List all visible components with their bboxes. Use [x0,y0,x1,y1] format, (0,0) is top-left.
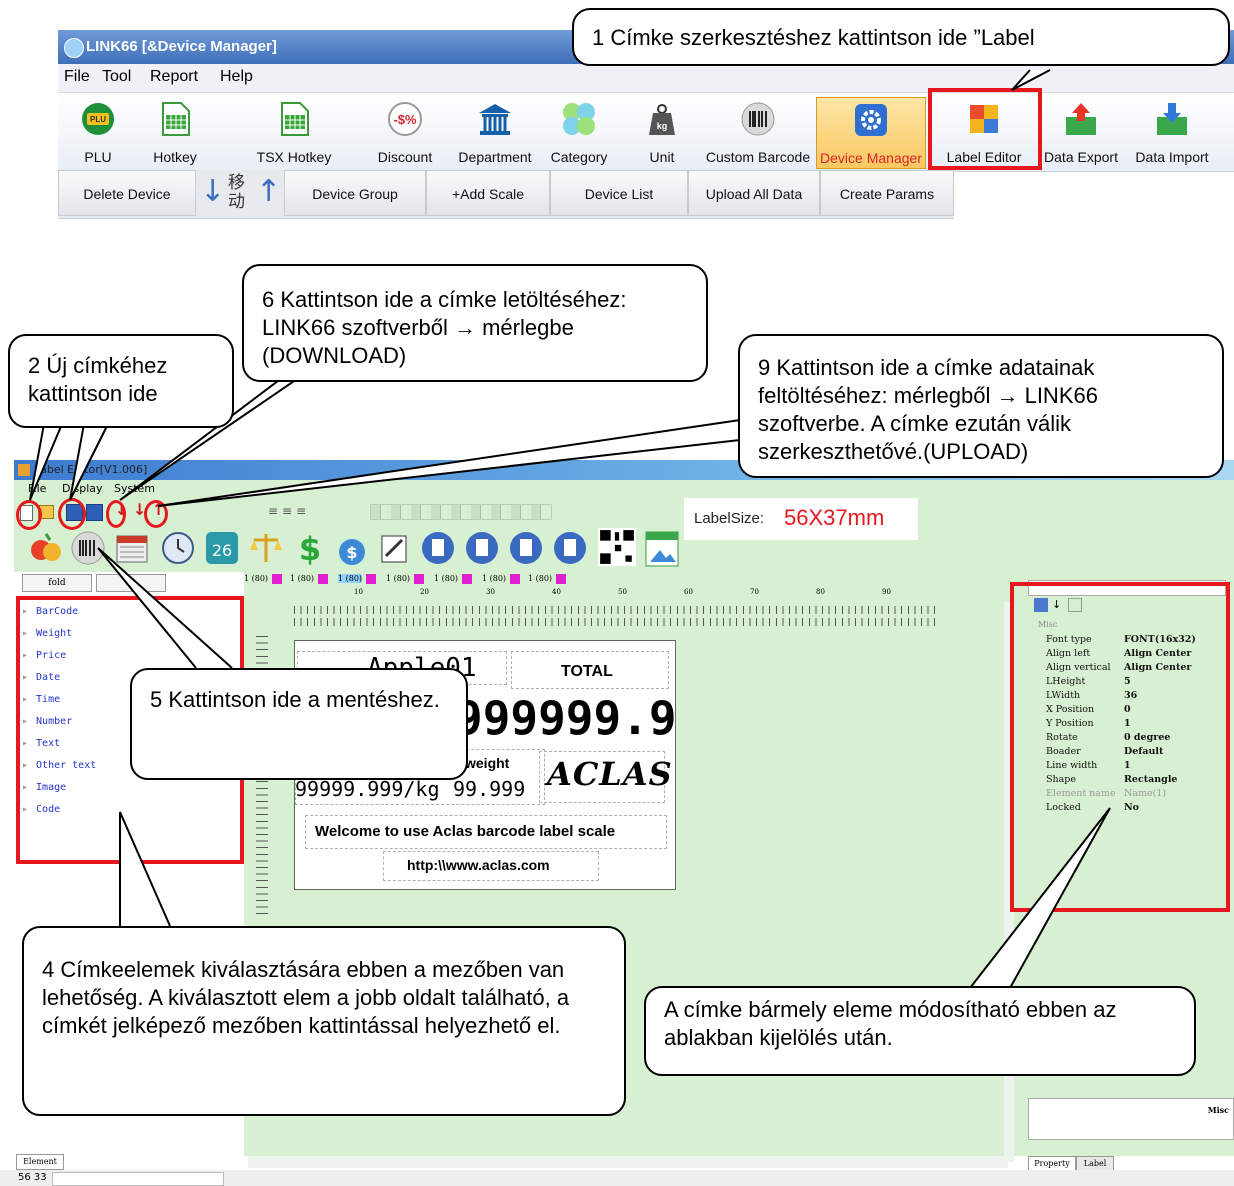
callout-step-2: 2 Új címkéhez kattintson ide [8,334,234,428]
callout-step-1: 1 Címke szerkesztéshez kattintson ide ”L… [572,8,1230,66]
callout-step-4: 4 Címkeelemek kiválasztására ebben a mez… [22,926,626,1116]
callout-step-6: 6 Kattintson ide a címke letöltéséhez: L… [242,264,708,382]
callout-step-9: 9 Kattintson ide a címke adatainak feltö… [738,334,1224,478]
callout-properties: A címke bármely eleme módosítható ebben … [644,986,1196,1076]
callout-step-5: 5 Kattintson ide a mentéshez. [130,668,468,780]
